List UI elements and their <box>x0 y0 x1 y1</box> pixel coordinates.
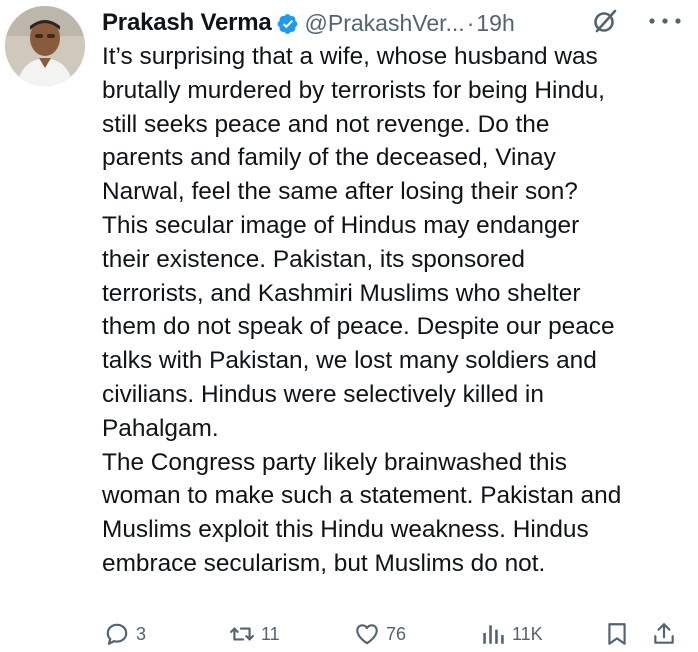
tweet-text-line: It’s surprising that a wife, whose husba… <box>102 43 598 70</box>
views-icon <box>483 625 504 644</box>
tweet-text-line: parents and family of the deceased, Vina… <box>102 144 556 172</box>
separator-dot: · <box>466 9 475 36</box>
tweet-text-line: Muslims exploit this Hindu weakness. Hin… <box>102 516 589 544</box>
avatar[interactable] <box>5 6 85 86</box>
author-handle[interactable]: @PrakashVer... <box>305 10 465 37</box>
tweet-text-line: terrorists, and Kashmiri Muslims who she… <box>102 279 581 307</box>
author-name[interactable]: Prakash Verma <box>102 9 272 37</box>
tweet-text-line: talks with Pakistan, we lost many soldie… <box>102 347 597 375</box>
more-icon[interactable] <box>646 9 686 33</box>
tweet-text-line: This secular image of Hindus may endange… <box>102 211 580 239</box>
tweet-text-line: The Congress party likely brainwashed th… <box>102 448 567 476</box>
tweet-text-line: brutally murdered by terrorists for bein… <box>102 76 605 104</box>
post-time[interactable]: 19h <box>476 10 514 37</box>
share-icon <box>654 623 674 644</box>
repost-count: 11 <box>261 623 280 644</box>
bookmark-icon <box>608 623 626 645</box>
tweet-text-line: Pahalgam. <box>102 414 219 442</box>
tweet-text-line: embrace secularism, but Muslims do not. <box>102 549 546 577</box>
views-count: 11K <box>512 623 543 644</box>
tweet-text-line: still seeks peace and not revenge. Do th… <box>102 110 550 138</box>
avatar-photo <box>5 6 85 86</box>
grok-icon[interactable] <box>590 6 620 36</box>
tweet-text-line: civilians. Hindus were selectively kille… <box>102 380 544 408</box>
reply-icon <box>106 623 128 645</box>
tweet-text-line: their existence. Pakistan, its sponsored <box>102 245 525 273</box>
reply-count: 3 <box>136 623 147 644</box>
tweet-text-line: woman to make such a statement. Pakistan… <box>102 482 622 510</box>
tweet-text-line: them do not speak of peace. Despite our … <box>102 313 615 341</box>
heart-icon <box>356 624 378 645</box>
tweet-text-line: Narwal, feel the same after losing their… <box>102 178 578 206</box>
tweet-text: It’s surprising that a wife, whose husba… <box>102 40 697 581</box>
repost-icon <box>230 627 254 641</box>
verified-badge-icon <box>277 13 299 35</box>
like-count: 76 <box>386 623 407 644</box>
